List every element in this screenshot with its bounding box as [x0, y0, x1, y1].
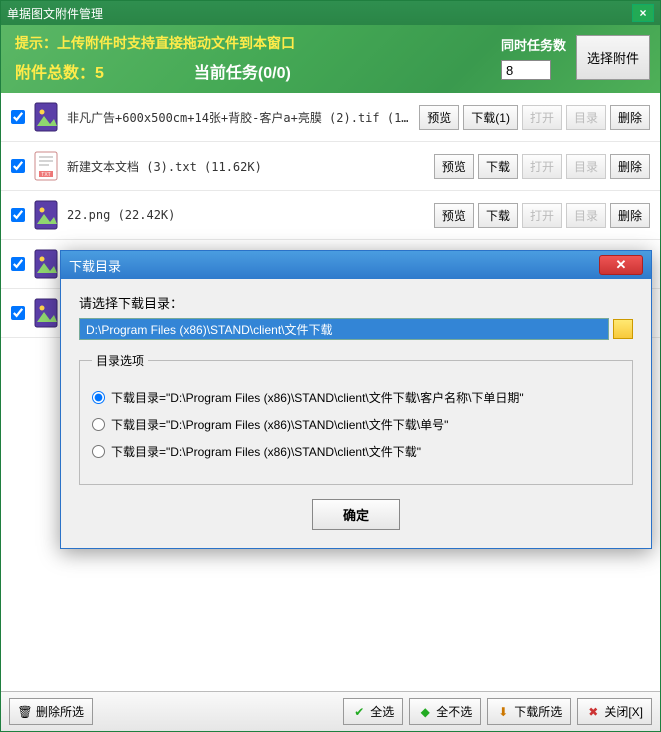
- download-dir-dialog: 下载目录 ✕ 请选择下载目录： 目录选项 下载目录="D:\Program Fi…: [60, 250, 652, 549]
- dialog-close-icon[interactable]: ✕: [599, 255, 643, 275]
- ok-button[interactable]: 确定: [312, 499, 400, 530]
- check-icon: ✔: [352, 705, 366, 719]
- file-row: 22.png (22.42K) 预览下载打开目录删除: [1, 191, 660, 240]
- title-bar: 单据图文附件管理 ×: [1, 1, 660, 25]
- file-type-icon: [33, 199, 59, 231]
- unselect-all-button[interactable]: ◆全不选: [409, 698, 481, 725]
- close-x-icon: ✖: [586, 705, 600, 719]
- close-button[interactable]: ✖关闭[X]: [577, 698, 652, 725]
- svg-text:TXT: TXT: [41, 172, 50, 178]
- file-delete-button[interactable]: 删除: [610, 203, 650, 228]
- select-attachment-button[interactable]: 选择附件: [576, 35, 650, 80]
- dialog-label: 请选择下载目录：: [79, 293, 633, 312]
- file-checkbox[interactable]: [11, 306, 25, 320]
- file-type-icon: [33, 101, 59, 133]
- path-input[interactable]: [79, 318, 609, 340]
- dir-options-group: 目录选项 下载目录="D:\Program Files (x86)\STAND\…: [79, 352, 633, 485]
- file-name: 新建文本文档 (3).txt (11.62K): [67, 158, 426, 175]
- file-action-button[interactable]: 预览: [434, 203, 474, 228]
- dir-option-1[interactable]: 下载目录="D:\Program Files (x86)\STAND\clien…: [92, 416, 620, 433]
- concurrent-input[interactable]: [501, 60, 551, 80]
- file-checkbox[interactable]: [11, 110, 25, 124]
- file-action-button-disabled: 打开: [522, 154, 562, 179]
- file-action-button[interactable]: 下载: [478, 154, 518, 179]
- concurrent-label: 同时任务数: [501, 35, 566, 54]
- file-row: 非凡广告+600x500cm+14张+背胶-客户a+亮膜 (2).tif (1.…: [1, 93, 660, 142]
- file-action-button[interactable]: 预览: [434, 154, 474, 179]
- file-action-button[interactable]: 下载(1): [463, 105, 518, 130]
- footer-bar: 🗑删除所选 ✔全选 ◆全不选 ⬇下载所选 ✖关闭[X]: [1, 691, 660, 731]
- select-all-button[interactable]: ✔全选: [343, 698, 403, 725]
- close-icon[interactable]: ×: [632, 4, 654, 22]
- dir-option-0[interactable]: 下载目录="D:\Program Files (x86)\STAND\clien…: [92, 389, 620, 406]
- dir-option-2[interactable]: 下载目录="D:\Program Files (x86)\STAND\clien…: [92, 443, 620, 460]
- file-row: TXT 新建文本文档 (3).txt (11.62K) 预览下载打开目录删除: [1, 142, 660, 191]
- file-type-icon: [33, 297, 59, 329]
- current-task: 当前任务(0/0): [194, 59, 291, 83]
- file-action-button-disabled: 打开: [522, 105, 562, 130]
- file-checkbox[interactable]: [11, 257, 25, 271]
- file-type-icon: [33, 248, 59, 280]
- file-action-button-disabled: 打开: [522, 203, 562, 228]
- file-type-icon: TXT: [33, 150, 59, 182]
- file-action-button[interactable]: 预览: [419, 105, 459, 130]
- file-action-button-disabled: 目录: [566, 203, 606, 228]
- browse-folder-icon[interactable]: [613, 319, 633, 339]
- delete-selected-button[interactable]: 🗑删除所选: [9, 698, 93, 725]
- file-action-button-disabled: 目录: [566, 105, 606, 130]
- file-action-button-disabled: 目录: [566, 154, 606, 179]
- dialog-title-bar: 下载目录 ✕: [61, 251, 651, 279]
- file-checkbox[interactable]: [11, 208, 25, 222]
- header-panel: 提示：上传附件时支持直接拖动文件到本窗口 附件总数：5 当前任务(0/0) 同时…: [1, 25, 660, 93]
- file-delete-button[interactable]: 删除: [610, 154, 650, 179]
- file-delete-button[interactable]: 删除: [610, 105, 650, 130]
- download-icon: ⬇: [496, 705, 510, 719]
- window-title: 单据图文附件管理: [7, 5, 103, 22]
- concurrent-block: 同时任务数: [501, 35, 566, 80]
- file-action-button[interactable]: 下载: [478, 203, 518, 228]
- file-name: 22.png (22.42K): [67, 208, 426, 222]
- file-checkbox[interactable]: [11, 159, 25, 173]
- trash-icon: 🗑: [18, 705, 32, 719]
- download-selected-button[interactable]: ⬇下载所选: [487, 698, 571, 725]
- diamond-icon: ◆: [418, 705, 432, 719]
- file-name: 非凡广告+600x500cm+14张+背胶-客户a+亮膜 (2).tif (1.…: [67, 109, 411, 126]
- group-legend: 目录选项: [92, 352, 148, 369]
- dialog-title: 下载目录: [69, 256, 121, 275]
- attachment-count: 附件总数：5: [15, 59, 104, 83]
